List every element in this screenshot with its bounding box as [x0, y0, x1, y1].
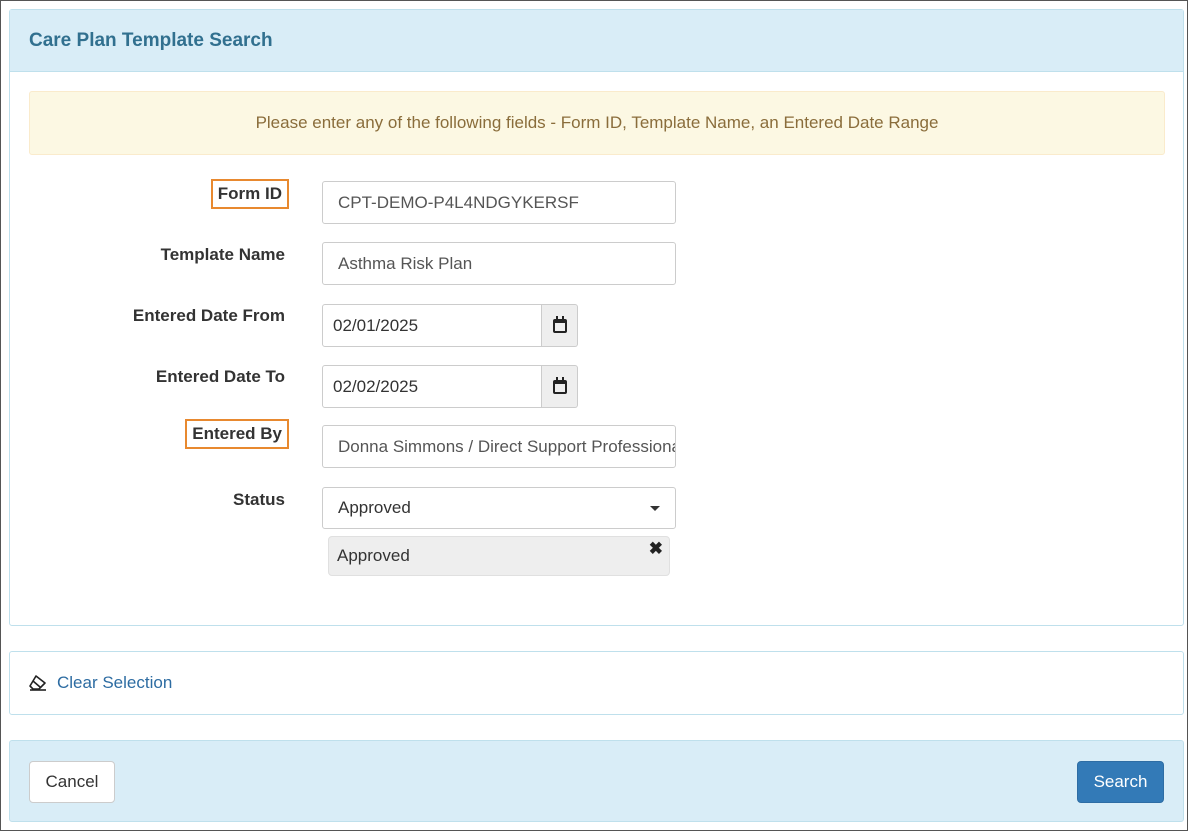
date-to-input[interactable]: 02/02/2025: [322, 365, 542, 408]
date-from-value: 02/01/2025: [333, 315, 419, 335]
eraser-icon: [29, 675, 46, 691]
caret-down-icon: [650, 505, 660, 511]
date-to-value: 02/02/2025: [333, 376, 419, 396]
alert-text: Please enter any of the following fields…: [255, 113, 939, 132]
status-chip: Approved ✖: [328, 536, 670, 576]
calendar-icon: [552, 315, 567, 333]
cancel-button[interactable]: Cancel: [29, 761, 115, 803]
info-alert: Please enter any of the following fields…: [29, 91, 1165, 155]
template-name-value: Asthma Risk Plan: [338, 253, 473, 273]
form-id-label: Form ID: [210, 179, 289, 209]
template-name-input[interactable]: Asthma Risk Plan: [322, 242, 676, 285]
entered-by-value: Donna Simmons / Direct Support Professio…: [338, 436, 676, 456]
form-id-input[interactable]: CPT-DEMO-P4L4NDGYKERSF: [322, 181, 676, 224]
panel-title: Care Plan Template Search: [29, 29, 273, 51]
form-id-value: CPT-DEMO-P4L4NDGYKERSF: [338, 192, 579, 212]
search-button[interactable]: Search: [1077, 761, 1164, 803]
date-from-input[interactable]: 02/01/2025: [322, 304, 542, 347]
date-from-label: Entered Date From: [132, 306, 285, 325]
status-label: Status: [233, 490, 285, 509]
status-selected-value: Approved: [338, 498, 411, 517]
panel-heading: Care Plan Template Search: [10, 10, 1183, 72]
template-name-label: Template Name: [160, 245, 285, 264]
status-chip-label: Approved: [337, 546, 410, 565]
entered-by-label: Entered By: [185, 419, 289, 449]
clear-panel: Clear Selection: [9, 651, 1184, 715]
close-icon[interactable]: ✖: [649, 539, 663, 559]
clear-selection-label: Clear Selection: [57, 673, 173, 692]
search-panel: Care Plan Template Search Please enter a…: [9, 9, 1184, 626]
calendar-icon: [552, 376, 567, 394]
page-frame: Care Plan Template Search Please enter a…: [0, 0, 1188, 831]
date-from-picker-button[interactable]: [542, 304, 578, 347]
date-to-label: Entered Date To: [155, 367, 285, 386]
date-from-group: 02/01/2025: [322, 304, 578, 347]
entered-by-input[interactable]: Donna Simmons / Direct Support Professio…: [322, 425, 676, 468]
clear-selection-link[interactable]: Clear Selection: [29, 673, 172, 693]
date-to-group: 02/02/2025: [322, 365, 578, 408]
date-to-picker-button[interactable]: [542, 365, 578, 408]
footer-bar: Cancel Search: [9, 740, 1184, 822]
status-select[interactable]: Approved: [322, 487, 676, 529]
